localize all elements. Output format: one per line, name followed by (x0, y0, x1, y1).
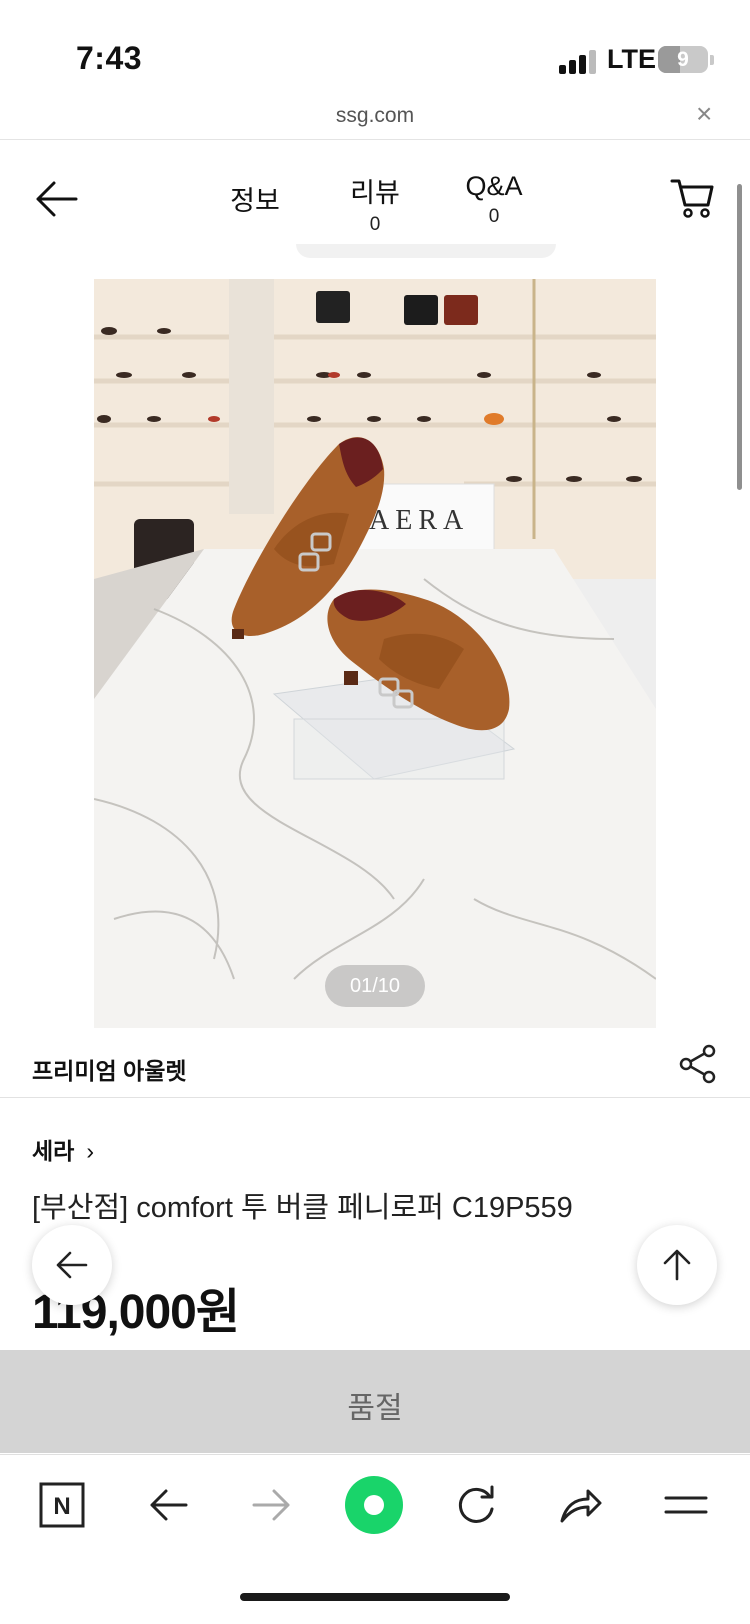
product-image[interactable]: AERA (94, 279, 656, 1028)
home-indicator[interactable] (240, 1593, 510, 1601)
url-domain[interactable]: ssg.com (0, 104, 750, 128)
tab-review-count: 0 (369, 214, 381, 235)
store-name[interactable]: 프리미엄 아울렛 (32, 1052, 187, 1086)
pull-indicator (296, 244, 556, 258)
scroll-to-top-button[interactable] (637, 1225, 717, 1305)
clock: 7:43 (76, 40, 143, 76)
battery-icon: 9 (658, 46, 708, 73)
green-dot-icon[interactable] (344, 1475, 404, 1535)
status-bar: 7:43 LTE 9 (0, 0, 750, 100)
browser-toolbar: N (0, 1454, 750, 1624)
scrollbar[interactable] (737, 184, 742, 490)
naver-n-label: N (53, 1493, 70, 1520)
chevron-right-icon: › (86, 1138, 94, 1164)
forward-icon[interactable] (248, 1481, 296, 1529)
url-bar[interactable]: ssg.com × (0, 98, 750, 140)
arrow-left-icon (56, 1251, 88, 1279)
tab-review[interactable]: 리뷰 0 (340, 171, 410, 236)
cart-icon[interactable] (670, 177, 714, 219)
tab-info[interactable]: 정보 (222, 179, 288, 218)
battery-tip (710, 55, 714, 65)
arrow-up-icon (663, 1249, 691, 1281)
brand-name: 세라 (32, 1138, 75, 1164)
tab-qna-count: 0 (488, 206, 500, 227)
store-sign: AERA (369, 505, 469, 536)
back-icon[interactable] (144, 1481, 192, 1529)
share-arrow-icon[interactable] (556, 1481, 604, 1529)
image-counter: 01/10 (325, 965, 425, 1007)
close-icon[interactable]: × (696, 98, 712, 130)
menu-icon[interactable] (662, 1481, 710, 1529)
naver-n-icon[interactable]: N (38, 1481, 86, 1529)
tab-qna[interactable]: Q&A 0 (456, 171, 532, 228)
battery-level: 9 (677, 48, 689, 71)
tab-info-label: 정보 (230, 186, 280, 216)
tab-review-label: 리뷰 (350, 178, 400, 208)
share-icon[interactable] (678, 1044, 718, 1084)
product-title: [부산점] comfort 투 버클 페니로퍼 C19P559 (32, 1192, 573, 1224)
soldout-label: 품절 (347, 1392, 403, 1425)
brand-link[interactable]: 세라 › (32, 1132, 94, 1166)
tab-qna-label: Q&A (465, 171, 523, 201)
soldout-button[interactable]: 품절 (0, 1350, 750, 1453)
product-nav: 정보 리뷰 0 Q&A 0 (0, 141, 750, 251)
arrow-left-icon[interactable] (34, 179, 78, 219)
signal-icon (559, 48, 599, 74)
store-row[interactable]: 프리미엄 아울렛 (0, 1030, 750, 1098)
floating-back-button[interactable] (32, 1225, 112, 1305)
reload-icon[interactable] (452, 1481, 500, 1529)
network-type: LTE (607, 44, 656, 74)
